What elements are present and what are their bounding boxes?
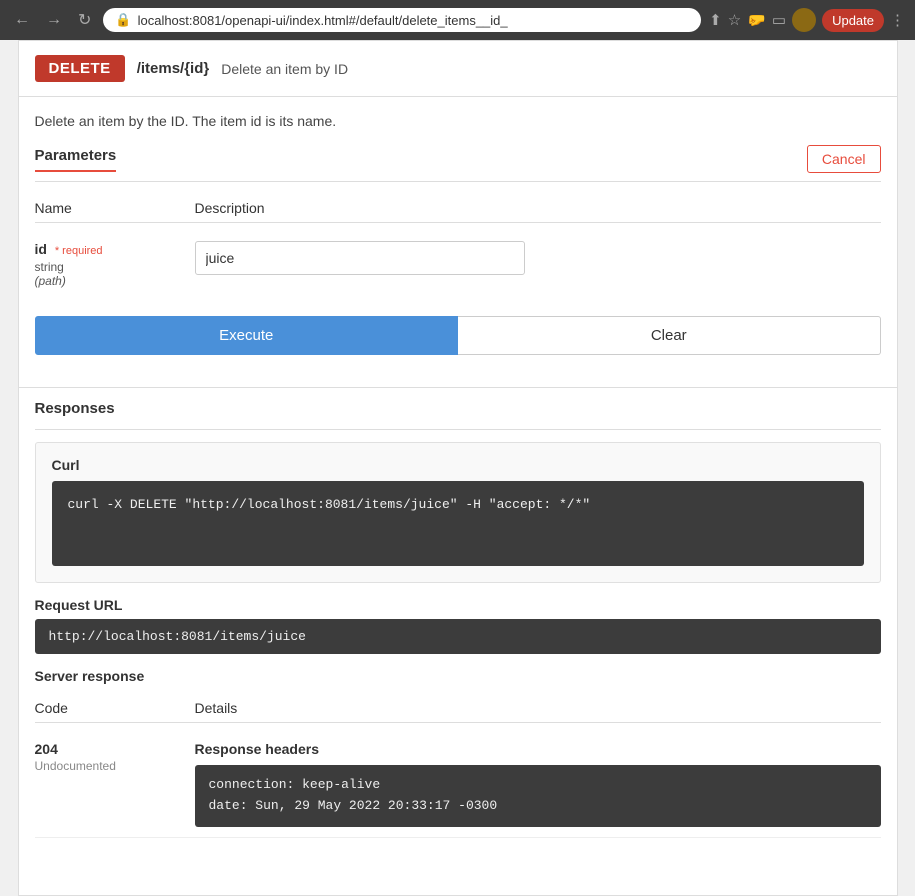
response-headers-block: connection: keep-alive date: Sun, 29 May…: [195, 765, 881, 827]
response-table-header: Code Details: [35, 694, 881, 723]
param-name: id: [35, 241, 47, 257]
description-col-header: Description: [195, 200, 881, 216]
method-badge: DELETE: [35, 55, 125, 82]
server-response-title: Server response: [35, 668, 881, 684]
params-col-header: Name Description: [35, 194, 881, 223]
update-button[interactable]: Update: [822, 9, 884, 32]
cancel-button[interactable]: Cancel: [807, 145, 881, 173]
forward-button[interactable]: →: [42, 9, 66, 31]
display-icon[interactable]: ▭: [772, 11, 786, 29]
param-row: id * required string (path): [35, 231, 881, 308]
request-url-label: Request URL: [35, 597, 881, 613]
share-icon[interactable]: ⬆: [709, 11, 722, 29]
page-wrapper: DELETE /items/{id} Delete an item by ID …: [18, 40, 898, 896]
reload-button[interactable]: ↻: [74, 8, 95, 32]
bookmark-icon[interactable]: ☆: [728, 11, 741, 29]
response-code-col: 204 Undocumented: [35, 741, 195, 827]
parameters-title: Parameters: [35, 147, 117, 172]
name-col-header: Name: [35, 200, 195, 216]
params-divider: [35, 181, 881, 182]
url-text: localhost:8081/openapi-ui/index.html#/de…: [138, 13, 508, 28]
curl-section: Curl curl -X DELETE "http://localhost:80…: [35, 442, 881, 583]
param-type: string: [35, 260, 195, 274]
param-name-line: id * required: [35, 241, 195, 257]
param-required-label: * required: [55, 245, 103, 257]
curl-code-block: curl -X DELETE "http://localhost:8081/it…: [52, 481, 864, 566]
parameters-header: Parameters Cancel: [35, 145, 881, 173]
extensions-icon[interactable]: 🤛: [747, 11, 766, 29]
response-headers-label: Response headers: [195, 741, 881, 757]
menu-icon[interactable]: ⋮: [890, 11, 905, 29]
connection-header: connection: keep-alive: [209, 777, 381, 792]
responses-title: Responses: [35, 400, 881, 417]
date-header: date: Sun, 29 May 2022 20:33:17 -0300: [209, 798, 498, 813]
request-url-value: http://localhost:8081/items/juice: [35, 619, 881, 654]
response-details-col: Response headers connection: keep-alive …: [195, 741, 881, 827]
request-url-section: Request URL http://localhost:8081/items/…: [35, 597, 881, 668]
param-name-col: id * required string (path): [35, 241, 195, 288]
browser-action-icons: ⬆ ☆ 🤛 ▭ Update ⋮: [709, 8, 905, 32]
param-value-col: [195, 241, 881, 288]
responses-divider: [35, 429, 881, 430]
endpoint-description-inline: Delete an item by ID: [221, 61, 348, 77]
endpoint-path: /items/{id}: [137, 60, 210, 77]
id-input[interactable]: [195, 241, 525, 275]
address-bar[interactable]: 🔒 localhost:8081/openapi-ui/index.html#/…: [103, 8, 701, 32]
response-note: Undocumented: [35, 759, 195, 773]
avatar[interactable]: [792, 8, 816, 32]
details-col-header: Details: [195, 700, 881, 716]
action-buttons: Execute Clear: [35, 316, 881, 355]
responses-section: Responses Curl curl -X DELETE "http://lo…: [19, 387, 897, 850]
response-row: 204 Undocumented Response headers connec…: [35, 731, 881, 838]
endpoint-header: DELETE /items/{id} Delete an item by ID: [19, 41, 897, 97]
server-response-section: Server response Code Details 204 Undocum…: [35, 668, 881, 838]
endpoint-description: Delete an item by the ID. The item id is…: [19, 97, 897, 137]
param-location: (path): [35, 274, 195, 288]
response-code: 204: [35, 741, 195, 757]
lock-icon: 🔒: [115, 12, 131, 28]
clear-button[interactable]: Clear: [458, 316, 881, 355]
description-text: Delete an item by the ID. The item id is…: [35, 113, 337, 129]
code-col-header: Code: [35, 700, 195, 716]
parameters-section: Parameters Cancel Name Description id * …: [19, 137, 897, 387]
curl-label: Curl: [52, 457, 864, 473]
params-table: Name Description id * required string (p…: [35, 194, 881, 308]
browser-chrome: ← → ↻ 🔒 localhost:8081/openapi-ui/index.…: [0, 0, 915, 40]
execute-button[interactable]: Execute: [35, 316, 459, 355]
back-button[interactable]: ←: [10, 9, 34, 31]
